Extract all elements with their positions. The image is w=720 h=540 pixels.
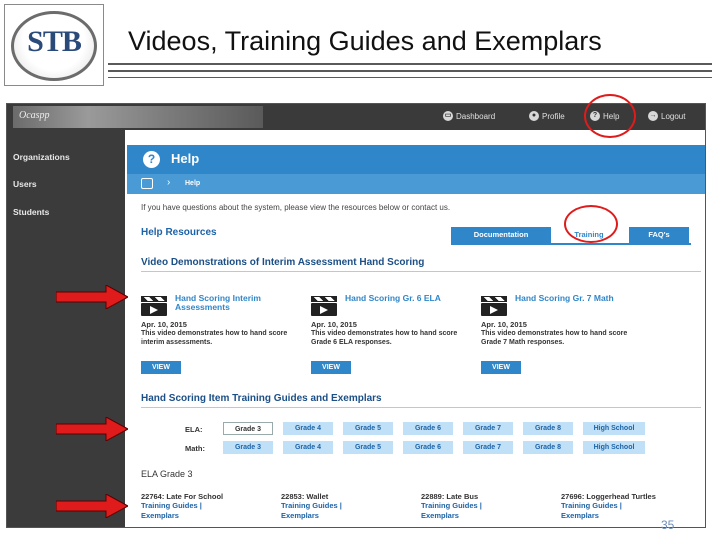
ela-label: ELA: [185,425,203,434]
section-divider [141,271,701,272]
highlight-circle-training [564,205,618,243]
tab-underline [451,243,691,245]
red-arrow-icon [56,417,128,441]
ela-grade-3-button[interactable]: Grade 3 [223,422,273,435]
math-grade-7-button[interactable]: Grade 7 [463,441,513,454]
sidebar: Organizations Users Students [7,130,125,527]
video-title[interactable]: Hand Scoring Gr. 6 ELA [345,294,475,303]
nav-label: Dashboard [456,111,496,121]
video-description: This video demonstrates how to hand scor… [481,330,628,346]
title-rule [108,77,712,78]
chevron-right-icon: › [167,177,171,188]
item-title: 22853: Wallet [281,492,329,501]
ela-grade-4-button[interactable]: Grade 4 [283,422,333,435]
sidebar-item-organizations[interactable]: Organizations [13,152,70,162]
video-section-title: Video Demonstrations of Interim Assessme… [141,257,425,268]
breadcrumb: › Help [127,174,705,194]
math-grade-5-button[interactable]: Grade 5 [343,441,393,454]
nav-dashboard[interactable]: ▭ Dashboard [443,111,495,121]
red-arrow-icon [56,494,128,518]
video-date: Apr. 10, 2015 [481,320,527,329]
page-header: ? Help [127,145,705,174]
tab-documentation[interactable]: Documentation [451,227,551,243]
highlight-circle-help [584,94,636,138]
user-icon: ● [529,111,539,121]
page-number: 35 [661,518,675,532]
guides-section-title: Hand Scoring Item Training Guides and Ex… [141,393,382,404]
title-rule [108,70,712,72]
video-clapper-icon [141,296,167,316]
ela-grade-6-button[interactable]: Grade 6 [403,422,453,435]
math-grade-4-button[interactable]: Grade 4 [283,441,333,454]
ela-grade-8-button[interactable]: Grade 8 [523,422,573,435]
list-item: 22853: Wallet Training Guides | Exemplar… [281,492,416,521]
video-description: This video demonstrates how to hand scor… [141,330,288,346]
math-grade-8-button[interactable]: Grade 8 [523,441,573,454]
red-arrow-icon [56,285,128,309]
training-guides-link[interactable]: Training Guides | [561,501,671,511]
training-guides-link[interactable]: Training Guides | [141,501,276,511]
video-date: Apr. 10, 2015 [311,320,357,329]
item-title: 27696: Loggerhead Turtles [561,492,656,501]
nav-logout[interactable]: → Logout [648,111,685,121]
title-rule [108,63,712,65]
view-button[interactable]: VIEW [141,361,181,374]
ela-high-school-button[interactable]: High School [583,422,645,435]
help-icon: ? [143,151,160,168]
help-page-screenshot: Ocaspp ▭ Dashboard ● Profile ? Help → Lo… [6,103,706,528]
main-content: ? Help › Help If you have questions abou… [127,130,705,527]
training-guides-link[interactable]: Training Guides | [421,501,556,511]
stb-logo: STB [4,4,104,86]
brand-logo: Ocaspp [19,110,50,121]
video-clapper-icon [481,296,507,316]
nav-label: Logout [661,111,686,121]
math-high-school-button[interactable]: High School [583,441,645,454]
slide-title: Videos, Training Guides and Exemplars [128,26,602,56]
video-clapper-icon [311,296,337,316]
brand-banner: Ocaspp [13,106,263,128]
home-icon[interactable] [141,178,153,189]
math-grade-3-button[interactable]: Grade 3 [223,441,273,454]
item-title: 22764: Late For School [141,492,224,501]
logout-icon: → [648,111,658,121]
nav-profile[interactable]: ● Profile [529,111,565,121]
section-divider [141,407,701,408]
page-title: Help [171,151,200,166]
list-item: 22889: Late Bus Training Guides | Exempl… [421,492,556,521]
list-item: 22764: Late For School Training Guides |… [141,492,276,521]
math-label: Math: [185,444,205,453]
help-resources-title: Help Resources [141,227,217,238]
monitor-icon: ▭ [443,111,453,121]
sidebar-item-students[interactable]: Students [13,207,49,217]
intro-text: If you have questions about the system, … [141,203,451,212]
sidebar-item-users[interactable]: Users [13,179,37,189]
video-title[interactable]: Hand Scoring Gr. 7 Math [515,294,645,303]
exemplars-link[interactable]: Exemplars [561,511,671,521]
logo-text: STB [27,25,82,58]
view-button[interactable]: VIEW [481,361,521,374]
breadcrumb-current: Help [185,180,201,187]
video-date: Apr. 10, 2015 [141,320,187,329]
math-grade-6-button[interactable]: Grade 6 [403,441,453,454]
nav-label: Profile [542,111,565,121]
item-title: 22889: Late Bus [421,492,479,501]
training-guides-link[interactable]: Training Guides | [281,501,416,511]
exemplars-link[interactable]: Exemplars [281,511,416,521]
view-button[interactable]: VIEW [311,361,351,374]
tab-faq[interactable]: FAQ's [629,227,689,243]
list-item: 27696: Loggerhead Turtles Training Guide… [561,492,671,521]
selected-grade-heading: ELA Grade 3 [141,469,193,479]
exemplars-link[interactable]: Exemplars [141,511,276,521]
video-description: This video demonstrates how to hand scor… [311,330,458,346]
video-title[interactable]: Hand Scoring Interim Assessments [175,294,305,312]
ela-grade-5-button[interactable]: Grade 5 [343,422,393,435]
exemplars-link[interactable]: Exemplars [421,511,556,521]
ela-grade-7-button[interactable]: Grade 7 [463,422,513,435]
